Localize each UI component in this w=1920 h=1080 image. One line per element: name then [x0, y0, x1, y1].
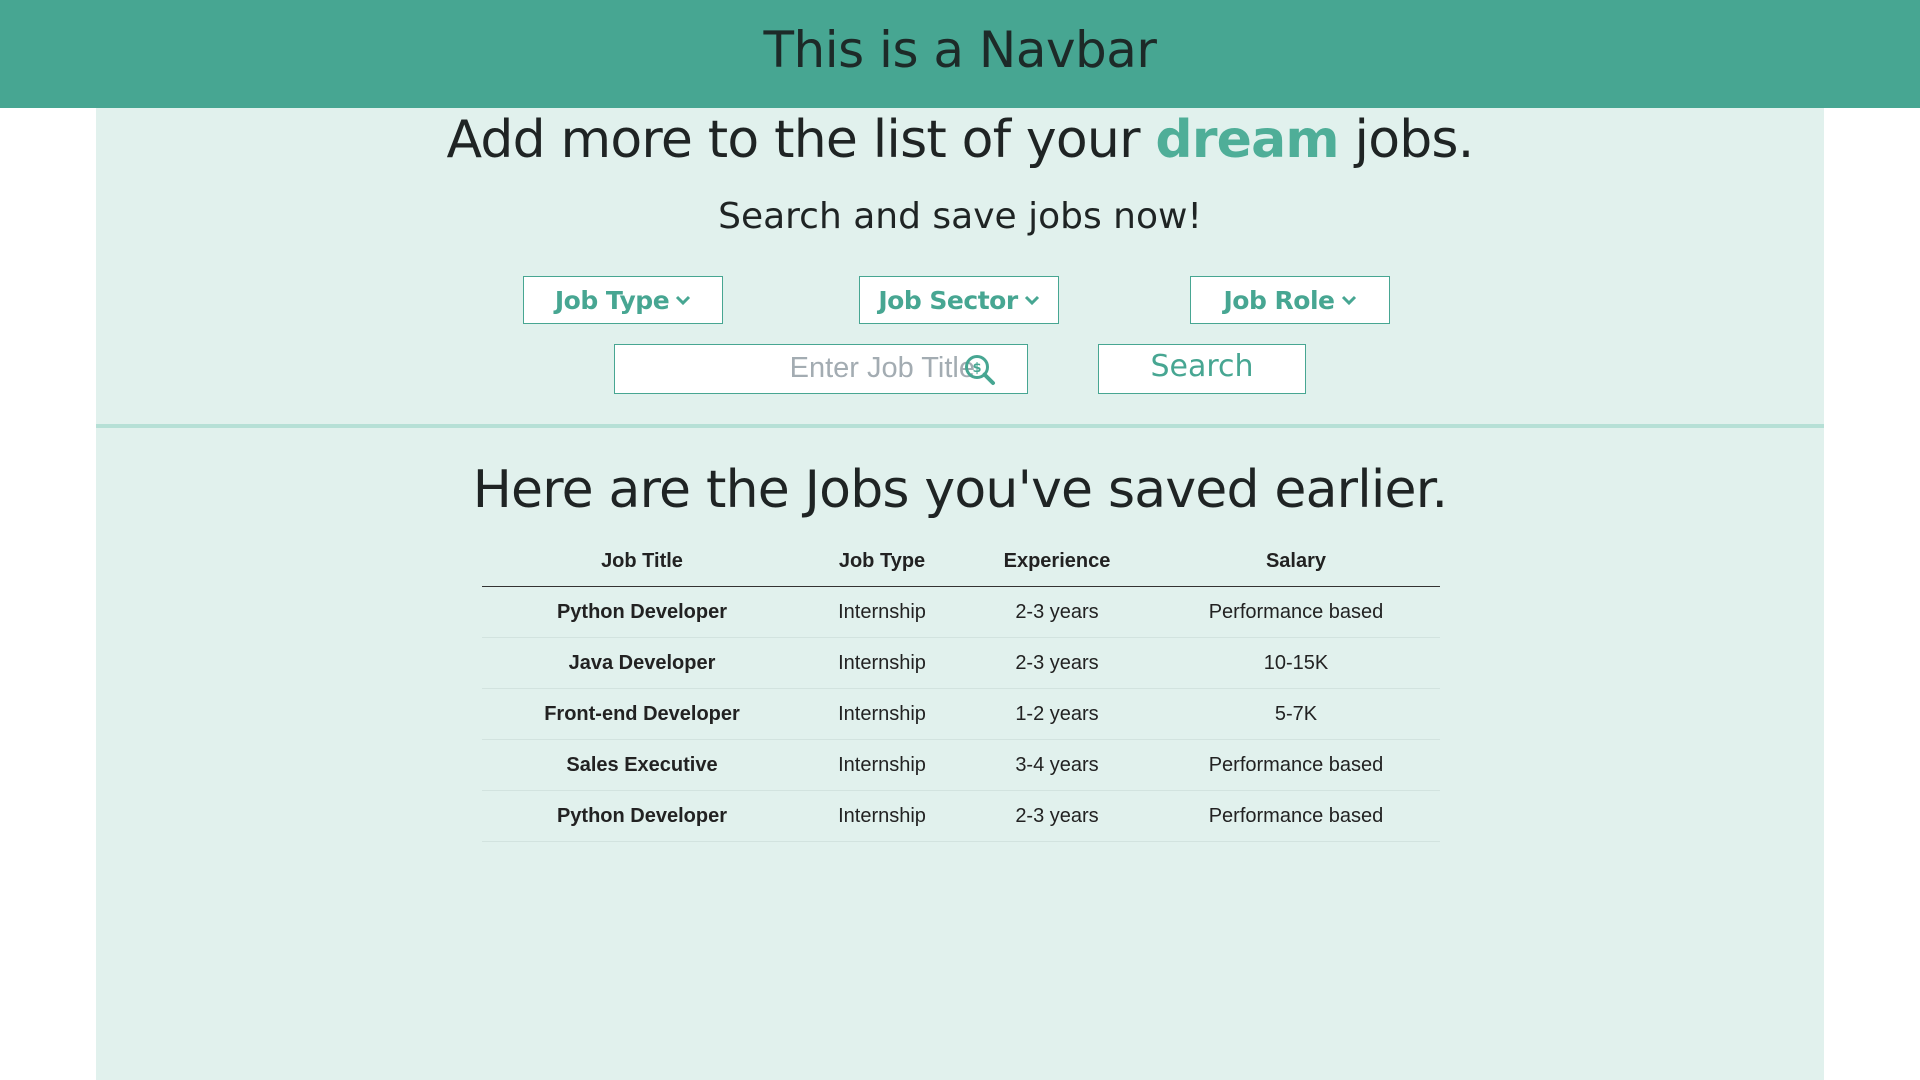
- hero-title: Add more to the list of your dream jobs.: [96, 110, 1824, 170]
- table-row: Python Developer Internship 2-3 years Pe…: [482, 586, 1440, 638]
- cell-experience: 3-4 years: [962, 739, 1152, 791]
- column-header-job-type: Job Type: [802, 536, 962, 587]
- cell-job-type: Internship: [802, 790, 962, 842]
- cell-salary: 5-7K: [1152, 688, 1440, 740]
- job-role-label: Job Role: [1223, 285, 1335, 315]
- cell-salary: Performance based: [1152, 586, 1440, 638]
- job-sector-dropdown[interactable]: Job Sector: [859, 276, 1059, 324]
- cell-experience: 2-3 years: [962, 790, 1152, 842]
- cell-salary: Performance based: [1152, 739, 1440, 791]
- cell-job-type: Internship: [802, 637, 962, 689]
- table-row: Front-end Developer Internship 1-2 years…: [482, 688, 1440, 740]
- saved-jobs-title: Here are the Jobs you've saved earlier.: [472, 460, 1448, 520]
- column-header-salary: Salary: [1152, 536, 1440, 587]
- table-row: Sales Executive Internship 3-4 years Per…: [482, 739, 1440, 791]
- hero-title-start: Add more to the list of your: [446, 110, 1156, 170]
- main-panel: Add more to the list of your dream jobs.…: [96, 108, 1824, 1080]
- search-button[interactable]: Search: [1098, 344, 1306, 394]
- dollar-search-icon[interactable]: $: [963, 353, 997, 387]
- table-header-row: Job Title Job Type Experience Salary: [482, 536, 1440, 587]
- cell-job-title: Python Developer: [482, 790, 802, 842]
- chevron-down-icon: [1024, 294, 1040, 306]
- chevron-down-icon: [1341, 294, 1357, 306]
- job-title-input[interactable]: [615, 345, 975, 391]
- cell-job-title: Front-end Developer: [482, 688, 802, 740]
- saved-jobs-table: Job Title Job Type Experience Salary Pyt…: [482, 536, 1440, 842]
- column-header-job-title: Job Title: [482, 536, 802, 587]
- cell-job-type: Internship: [802, 739, 962, 791]
- cell-experience: 2-3 years: [962, 637, 1152, 689]
- job-role-dropdown[interactable]: Job Role: [1190, 276, 1390, 324]
- cell-salary: Performance based: [1152, 790, 1440, 842]
- column-header-experience: Experience: [962, 536, 1152, 587]
- hero-subtitle: Search and save jobs now!: [718, 196, 1202, 237]
- cell-experience: 2-3 years: [962, 586, 1152, 638]
- navbar: This is a Navbar: [0, 0, 1920, 108]
- job-type-dropdown[interactable]: Job Type: [523, 276, 723, 324]
- cell-job-type: Internship: [802, 688, 962, 740]
- cell-job-title: Sales Executive: [482, 739, 802, 791]
- cell-experience: 1-2 years: [962, 688, 1152, 740]
- navbar-title: This is a Navbar: [763, 21, 1157, 79]
- cell-job-title: Python Developer: [482, 586, 802, 638]
- cell-job-title: Java Developer: [482, 637, 802, 689]
- hero-title-accent: dream: [1155, 110, 1339, 170]
- job-title-search-box: $: [614, 344, 1028, 394]
- table-row: Java Developer Internship 2-3 years 10-1…: [482, 637, 1440, 689]
- job-type-label: Job Type: [554, 285, 670, 315]
- section-divider: [96, 424, 1824, 428]
- job-sector-label: Job Sector: [878, 285, 1018, 315]
- table-row: Python Developer Internship 2-3 years Pe…: [482, 790, 1440, 842]
- svg-text:$: $: [972, 361, 981, 376]
- cell-job-type: Internship: [802, 586, 962, 638]
- chevron-down-icon: [675, 294, 691, 306]
- hero-title-end: jobs.: [1338, 110, 1475, 170]
- cell-salary: 10-15K: [1152, 637, 1440, 689]
